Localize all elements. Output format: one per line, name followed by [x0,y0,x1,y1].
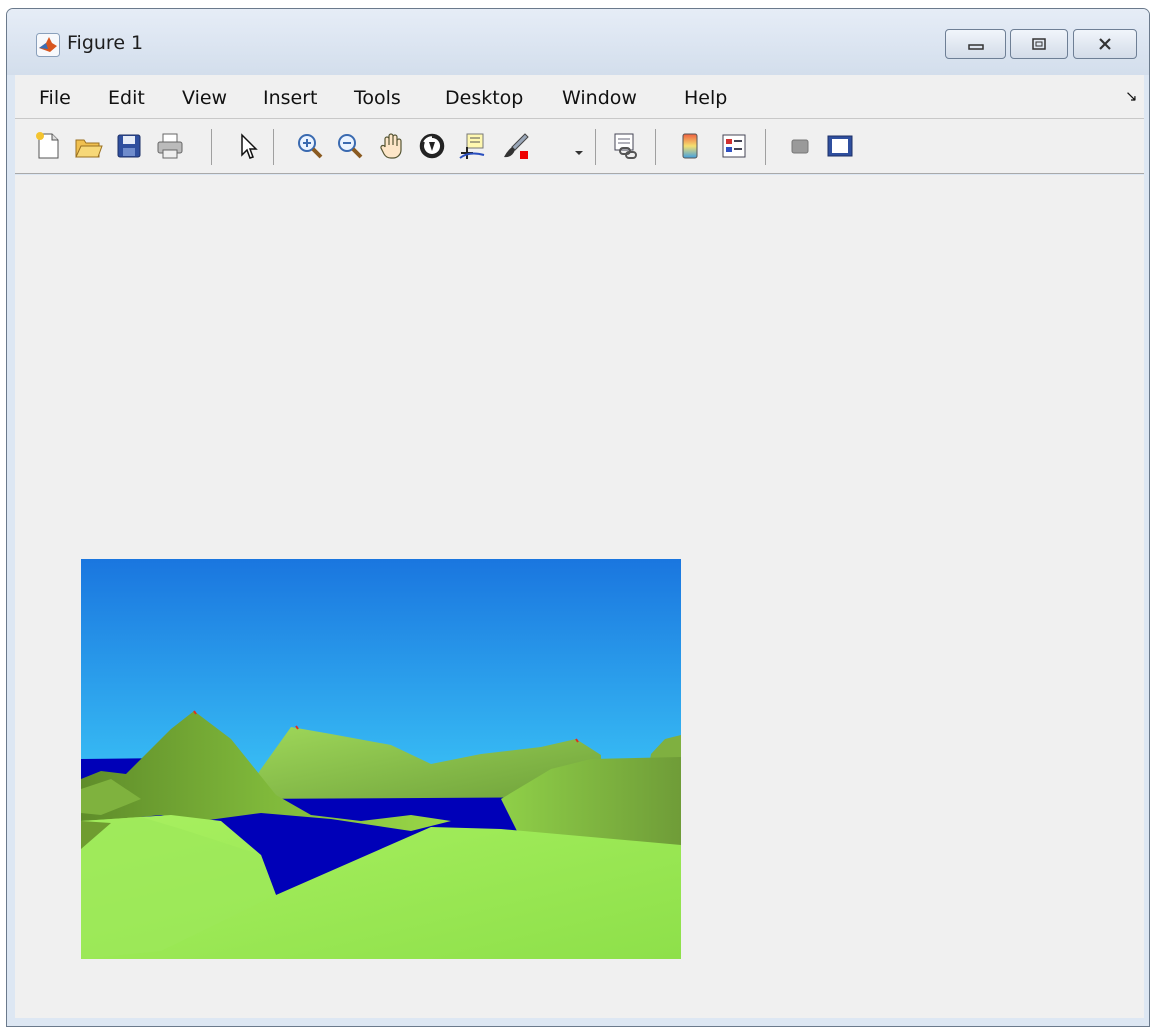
menu-desktop[interactable]: Desktop [445,87,523,109]
menu-bar: File Edit View Insert Tools Desktop Wind… [15,75,1144,119]
menu-insert[interactable]: Insert [263,87,318,109]
pan-icon[interactable] [377,131,407,161]
toolbar-separator [211,129,212,165]
print-figure-icon[interactable] [155,131,185,161]
link-plot-icon[interactable] [611,131,641,161]
maximize-button[interactable] [1010,29,1068,59]
menu-tools[interactable]: Tools [354,87,401,109]
save-figure-icon[interactable] [114,131,144,161]
show-plot-tools-icon[interactable] [825,131,855,161]
new-figure-icon[interactable] [33,131,63,161]
close-icon [1095,36,1115,52]
toolbar-separator [765,129,766,165]
figure-toolbar [15,119,1144,174]
toolbar-separator [655,129,656,165]
menu-edit[interactable]: Edit [108,87,145,109]
menu-help[interactable]: Help [684,87,727,109]
minimize-icon [967,37,985,51]
edit-plot-icon[interactable] [233,131,263,161]
dock-arrow-icon[interactable]: ↘ [1125,87,1138,105]
terrain-render[interactable] [81,559,681,959]
zoom-out-icon[interactable] [335,131,365,161]
close-button[interactable] [1073,29,1137,59]
open-file-icon[interactable] [73,131,103,161]
figure-window: Figure 1 File Edit View Insert Tools Des… [6,8,1150,1027]
chevron-down-icon[interactable] [574,142,584,155]
window-title: Figure 1 [67,32,144,54]
zoom-in-icon[interactable] [295,131,325,161]
data-cursor-icon[interactable] [457,131,487,161]
hide-plot-tools-icon[interactable] [785,131,815,161]
figure-canvas[interactable] [15,175,1144,1018]
menu-file[interactable]: File [39,87,71,109]
menu-view[interactable]: View [182,87,227,109]
brush-icon[interactable] [501,131,531,161]
insert-colorbar-icon[interactable] [675,131,705,161]
insert-legend-icon[interactable] [719,131,749,161]
toolbar-separator [273,129,274,165]
maximize-icon [1030,37,1048,51]
title-bar[interactable]: Figure 1 [7,9,1149,75]
toolbar-separator [595,129,596,165]
minimize-button[interactable] [945,29,1006,59]
matlab-icon [36,33,60,57]
menu-window[interactable]: Window [562,87,637,109]
rotate-3d-icon[interactable] [417,131,447,161]
